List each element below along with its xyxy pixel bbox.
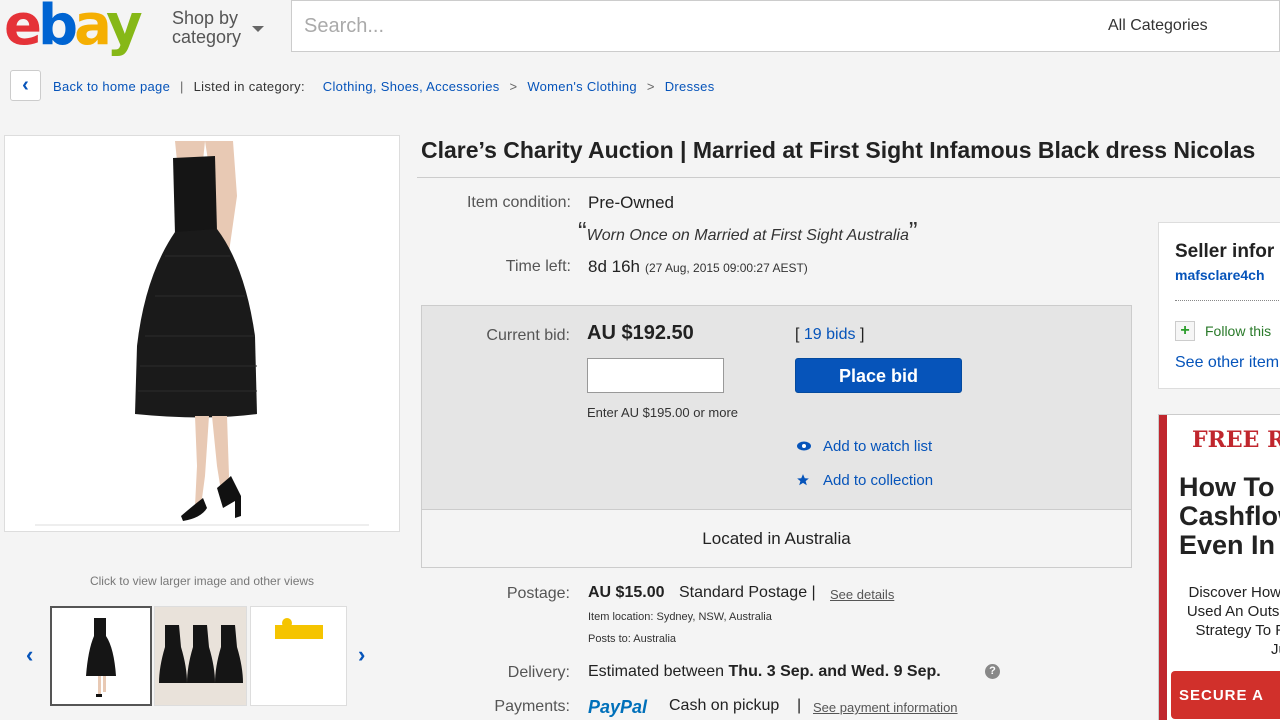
ebay-logo[interactable]: ebay bbox=[4, 0, 143, 58]
help-icon[interactable]: ? bbox=[985, 664, 1000, 679]
enter-bid-hint: Enter AU $195.00 or more bbox=[587, 405, 739, 420]
advertisement[interactable]: FREE R How To Cashflow Even In C Discove… bbox=[1158, 414, 1280, 720]
ad-headline-line: Even In C bbox=[1179, 530, 1280, 560]
thumbnail-1[interactable] bbox=[50, 606, 152, 706]
time-left-value: 8d 16h bbox=[588, 257, 640, 276]
ad-body-line: Discover How bbox=[1188, 584, 1280, 601]
paypal-logo: PayPal bbox=[588, 697, 648, 717]
thumbnail-banner-image bbox=[275, 618, 323, 639]
breadcrumb-dresses[interactable]: Dresses bbox=[665, 79, 715, 94]
listed-in-label: Listed in category: bbox=[193, 79, 305, 94]
ad-headline: How To Cashflow Even In C bbox=[1179, 473, 1280, 560]
ad-body-line: Just bbox=[1271, 641, 1280, 658]
located-in: Located in Australia bbox=[422, 509, 1131, 567]
shop-by-category-button[interactable]: Shop by category bbox=[172, 9, 241, 47]
current-bid-label: Current bid: bbox=[486, 327, 570, 344]
breadcrumb-womens-clothing[interactable]: Women's Clothing bbox=[527, 79, 637, 94]
condition-note-text: Worn Once on Married at First Sight Aust… bbox=[586, 227, 909, 244]
breadcrumb-clothing[interactable]: Clothing, Shoes, Accessories bbox=[323, 79, 500, 94]
breadcrumb-separator: > bbox=[509, 79, 518, 94]
postage-method: Standard Postage | bbox=[679, 584, 816, 601]
payments-separator: | bbox=[797, 697, 802, 714]
quote-close: ” bbox=[908, 216, 918, 246]
bid-amount-input[interactable] bbox=[587, 358, 724, 393]
back-button[interactable]: ‹ bbox=[10, 70, 41, 101]
quote-open: “ bbox=[578, 216, 587, 246]
thumbnail-next-icon[interactable]: › bbox=[358, 642, 365, 668]
ad-body: Discover How Used An Outsi Strategy To R… bbox=[1171, 583, 1280, 659]
category-select[interactable]: All Categories bbox=[1090, 0, 1280, 52]
follow-plus-icon[interactable]: + bbox=[1175, 321, 1195, 341]
item-location: Item location: Sydney, NSW, Australia bbox=[588, 611, 772, 623]
condition-note: “Worn Once on Married at First Sight Aus… bbox=[578, 216, 918, 247]
seller-name-link[interactable]: mafsclare4ch bbox=[1175, 267, 1265, 283]
payments-label: Payments: bbox=[494, 698, 570, 715]
add-to-watch-list-link[interactable]: Add to watch list bbox=[823, 438, 932, 455]
thumbnail-three-dresses-image bbox=[155, 607, 246, 705]
seller-divider bbox=[1175, 300, 1280, 301]
ad-free-label: FREE R bbox=[1192, 427, 1280, 453]
star-icon bbox=[797, 474, 809, 486]
posts-to: Posts to: Australia bbox=[588, 633, 677, 645]
follow-seller-link[interactable]: Follow this bbox=[1205, 323, 1271, 339]
title-divider bbox=[417, 177, 1280, 178]
main-product-image[interactable] bbox=[4, 135, 400, 532]
item-title: Clare’s Charity Auction | Married at Fir… bbox=[421, 137, 1256, 163]
header: ebay Shop by category Search... All Cate… bbox=[0, 0, 1280, 56]
delivery-estimate: Estimated between Thu. 3 Sep. and Wed. 9… bbox=[588, 663, 941, 681]
dress-image bbox=[35, 141, 369, 526]
ad-border bbox=[1159, 415, 1167, 720]
ad-body-line: Strategy To R bbox=[1195, 622, 1280, 639]
shop-by-line1: Shop by bbox=[172, 8, 239, 28]
logo-letter-a: a bbox=[74, 0, 110, 58]
see-details-link[interactable]: See details bbox=[830, 587, 894, 602]
breadcrumb-divider: | bbox=[180, 79, 184, 94]
thumbnail-dress-image bbox=[86, 618, 116, 697]
delivery-text: Estimated between bbox=[588, 663, 725, 680]
breadcrumb: Back to home page | Listed in category: … bbox=[53, 79, 715, 94]
delivery-label: Delivery: bbox=[507, 664, 570, 681]
search-input[interactable]: Search... bbox=[291, 0, 1091, 52]
caret-down-icon[interactable] bbox=[252, 26, 264, 32]
chevron-left-icon: ‹ bbox=[22, 74, 29, 96]
thumbnail-prev-icon[interactable]: ‹ bbox=[26, 642, 33, 668]
breadcrumb-separator: > bbox=[646, 79, 655, 94]
see-other-items-link[interactable]: See other item bbox=[1175, 354, 1279, 372]
logo-letter-e: e bbox=[4, 0, 42, 58]
logo-letter-b: b bbox=[37, 0, 78, 58]
logo-letter-y: y bbox=[106, 0, 142, 58]
delivery-dates: Thu. 3 Sep. and Wed. 9 Sep. bbox=[728, 663, 941, 680]
ad-secure-button[interactable]: SECURE A bbox=[1171, 671, 1280, 719]
postage-price: AU $15.00 bbox=[588, 584, 665, 601]
shop-by-line2: category bbox=[172, 27, 242, 47]
place-bid-button[interactable]: Place bid bbox=[795, 358, 962, 393]
current-bid-value: AU $192.50 bbox=[587, 322, 694, 344]
postage-label: Postage: bbox=[506, 585, 570, 602]
bid-count-link[interactable]: 19 bids bbox=[804, 326, 856, 343]
ad-headline-line: How To bbox=[1179, 472, 1275, 502]
item-condition-label: Item condition: bbox=[466, 194, 571, 211]
back-to-home-link[interactable]: Back to home page bbox=[53, 79, 170, 94]
ad-body-line: Used An Outsi bbox=[1186, 603, 1280, 620]
click-to-view-text: Click to view larger image and other vie… bbox=[89, 574, 315, 588]
thumbnail-3[interactable] bbox=[250, 606, 347, 706]
thumbnail-2[interactable] bbox=[154, 606, 247, 706]
payment-information-link[interactable]: See payment information bbox=[813, 700, 958, 715]
cash-on-pickup: Cash on pickup bbox=[669, 697, 780, 714]
bid-count: [ 19 bids ] bbox=[795, 326, 864, 344]
bid-count-close-bracket: ] bbox=[859, 326, 865, 343]
seller-info-title: Seller infor bbox=[1175, 241, 1275, 262]
bid-count-open-bracket: [ bbox=[795, 326, 800, 343]
seller-info-panel: Seller infor mafsclare4ch + Follow this … bbox=[1158, 222, 1280, 389]
eye-icon bbox=[797, 441, 811, 451]
add-to-collection-link[interactable]: Add to collection bbox=[823, 472, 933, 489]
ad-headline-line: Cashflow bbox=[1179, 501, 1280, 531]
time-left-label: Time left: bbox=[505, 258, 571, 275]
item-condition-value: Pre-Owned bbox=[588, 193, 674, 212]
end-time: (27 Aug, 2015 09:00:27 AEST) bbox=[645, 261, 808, 275]
